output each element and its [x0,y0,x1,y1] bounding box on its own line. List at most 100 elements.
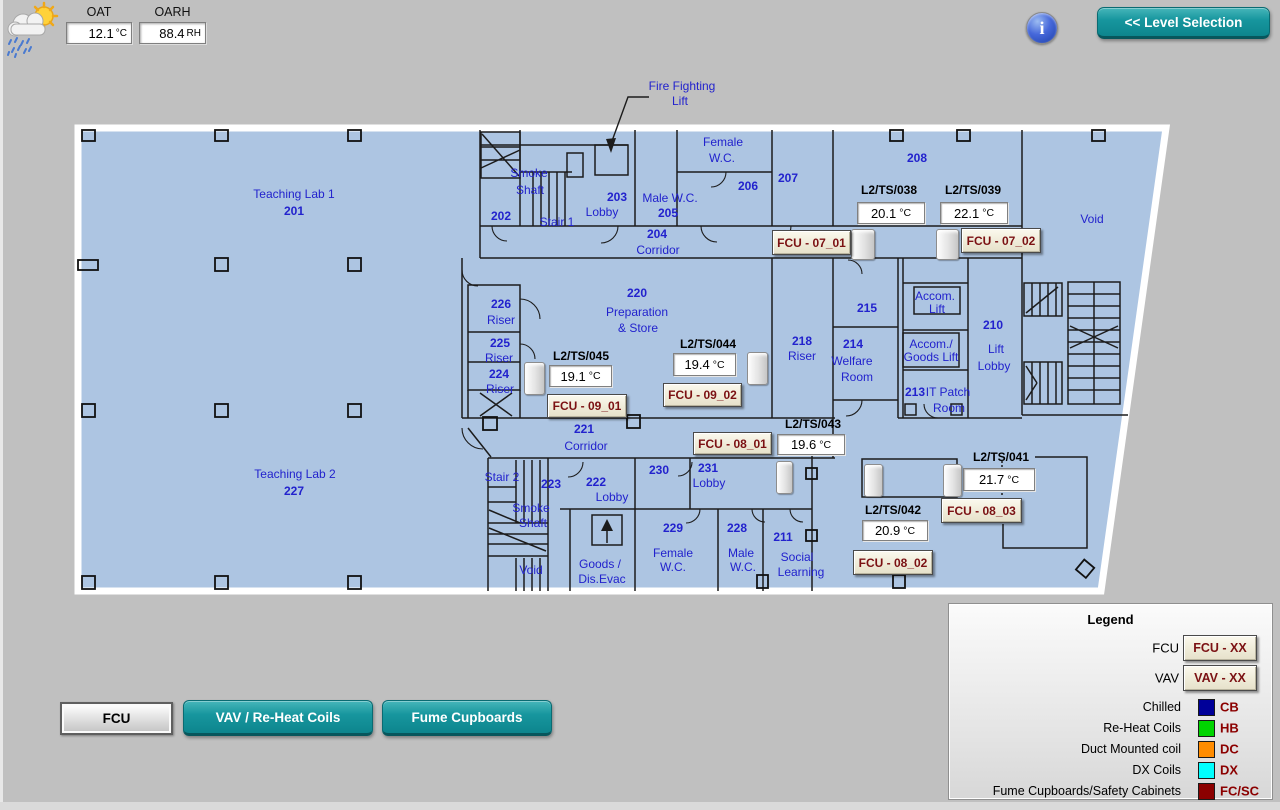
fcu-tab-button[interactable]: FCU [60,702,173,735]
fcu-device-icon [936,229,959,260]
room-label: Corridor [564,439,607,453]
fcu-device-icon [864,464,883,497]
room-label: Teaching Lab 1 [253,187,334,201]
room-label: Room [841,370,873,384]
room-label: 213 [905,385,925,399]
legend-label: Duct Mounted coil [957,742,1181,756]
fcu-device-icon [524,362,545,395]
legend-label: DX Coils [957,763,1181,777]
room-label: Stair 1 [540,215,575,229]
room-label: W.C. [709,151,735,165]
fcu-device-icon [747,352,768,385]
room-label: 231 [698,461,718,475]
temperature-display: 22.1°C [940,202,1008,224]
temperature-display: 19.6°C [777,434,845,455]
room-label: 226 [491,297,511,311]
legend-color-swatch [1198,762,1215,779]
room-label: Goods Lift [904,350,959,364]
fcu-device-icon [851,229,875,260]
room-label: 222 [586,475,606,489]
room-label: Welfare [831,354,872,368]
room-label: Riser [788,349,816,363]
room-label: Lift [929,302,945,316]
room-label: 211 [773,530,792,544]
temperature-display: 19.1°C [549,365,612,387]
fcu-button[interactable]: FCU - 08_01 [693,432,772,455]
room-label: 214 [843,337,863,351]
sensor-label: L2/TS/043 [785,417,841,431]
room-label: 228 [727,521,747,535]
room-label: Shaft [519,516,547,530]
room-label: 225 [490,336,510,350]
legend-code: DC [1220,742,1239,757]
room-label: Dis.Evac [578,572,625,586]
legend-color-swatch [1198,699,1215,716]
fcu-button[interactable]: FCU - 08_03 [941,498,1022,523]
room-label: 223 [541,477,561,491]
room-label: 220 [627,286,647,300]
sensor-label: L2/TS/039 [945,183,1001,197]
fcu-button[interactable]: FCU - 09_02 [663,383,742,407]
fcu-button[interactable]: FCU - 09_01 [547,394,627,418]
room-label: 207 [778,171,798,185]
window-bottom-edge [0,802,1280,810]
legend-code: HB [1220,721,1239,736]
legend-label: Chilled [957,700,1181,714]
room-label: W.C. [660,560,686,574]
room-label: Learning [778,565,825,579]
room-label: Riser [485,351,513,365]
room-label: Accom./ [909,337,952,351]
room-label: & Store [618,321,658,335]
legend-panel: Legend FCU FCU - XX VAV VAV - XX Chilled… [948,603,1273,800]
room-label: Stair 2 [485,470,520,484]
fcu-device-icon [943,464,962,497]
room-label: Teaching Lab 2 [254,467,335,481]
room-label: Lift [988,342,1004,356]
room-label: Void [1080,212,1103,226]
room-label: 204 [647,227,667,241]
vav-reheat-tab-button[interactable]: VAV / Re-Heat Coils [183,700,373,736]
room-label: Female [703,135,743,149]
room-label: 218 [792,334,812,348]
room-label: Accom. [915,289,955,303]
legend-label: Re-Heat Coils [957,721,1181,735]
room-label: Void [519,563,542,577]
fcu-button[interactable]: FCU - 07_02 [961,228,1041,253]
room-label: Lobby [586,205,619,219]
room-label: 227 [284,484,304,498]
room-label: Male [728,546,754,560]
room-label: Room [933,401,965,415]
room-label: 215 [857,301,877,315]
room-label: 221 [574,422,594,436]
room-label: Preparation [606,305,668,319]
room-label: Lobby [596,490,629,504]
sensor-label: L2/TS/042 [865,503,921,517]
room-label: Corridor [636,243,679,257]
legend-vav-label: VAV [957,671,1179,686]
fcu-button[interactable]: FCU - 07_01 [772,230,851,255]
room-label: Smoke [512,501,549,515]
bms-level-screen: OAT 12.1 °C OARH 88.4 RH i << Level Sele… [0,0,1280,810]
legend-color-swatch [1198,741,1215,758]
room-label: 202 [491,209,511,223]
fcu-button[interactable]: FCU - 08_02 [853,550,933,575]
room-label: Goods / [579,557,621,571]
room-label: Lobby [693,476,726,490]
fcu-device-icon [776,461,793,494]
room-label: W.C. [730,560,756,574]
room-label: Fire Fighting [649,79,716,93]
sensor-label: L2/TS/041 [973,450,1029,464]
legend-fcu-sample-button: FCU - XX [1183,635,1257,661]
room-label: Riser [486,382,514,396]
room-label: Social [781,550,814,564]
room-label: 229 [663,521,683,535]
room-label: 206 [738,179,758,193]
room-label: Lobby [978,359,1011,373]
legend-color-swatch [1198,783,1215,800]
room-label: 203 [607,190,627,204]
legend-code: DX [1220,763,1238,778]
fume-cupboards-tab-button[interactable]: Fume Cupboards [382,700,552,736]
room-label: Shaft [516,183,544,197]
room-label: Female [653,546,693,560]
room-label: 205 [658,206,678,220]
